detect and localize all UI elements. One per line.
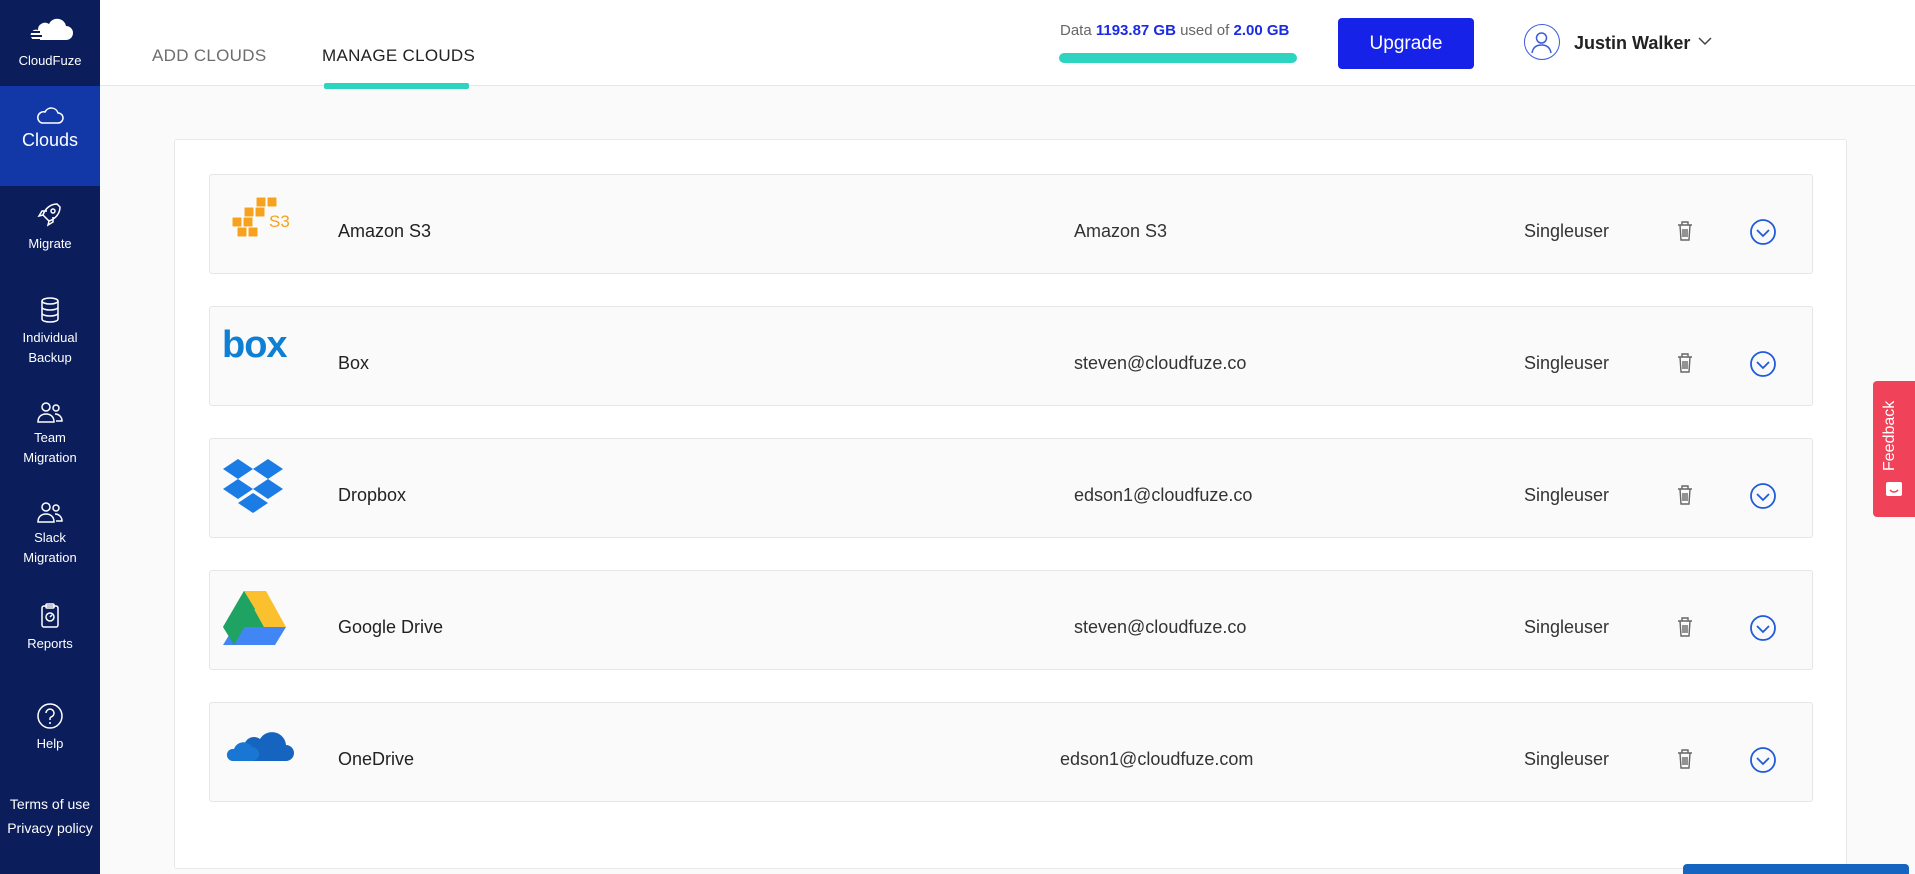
- database-icon: [41, 297, 59, 323]
- usage-prefix: Data: [1060, 22, 1092, 39]
- cloud-row: box Box steven@cloudfuze.co Singleuser: [209, 306, 1813, 406]
- sidebar-item-team-migration[interactable]: Team Migration: [0, 400, 100, 468]
- cloud-type: Singleuser: [1524, 617, 1610, 637]
- sidebar-item-slack-migration[interactable]: Slack Migration: [0, 500, 100, 568]
- chevron-down-circle-icon[interactable]: [1749, 482, 1777, 510]
- onedrive-logo: [222, 721, 302, 785]
- sidebar-item-label-line2: Migration: [23, 550, 77, 565]
- clouds-card: S3 Amazon S3 Amazon S3 Singleuser box Bo…: [174, 139, 1847, 869]
- bottom-widget-bar[interactable]: [1683, 864, 1909, 874]
- sidebar-item-label-line1: Slack: [34, 530, 66, 545]
- upgrade-button[interactable]: Upgrade: [1338, 18, 1474, 69]
- user-icon: [1531, 32, 1552, 54]
- cloud-account: Amazon S3: [1074, 221, 1168, 241]
- help-icon: [37, 703, 63, 729]
- cloud-type: Singleuser: [1524, 749, 1610, 769]
- top-header: ADD CLOUDS MANAGE CLOUDS Data 1193.87 GB…: [100, 0, 1915, 89]
- svg-text:S3: S3: [269, 212, 290, 231]
- trash-icon[interactable]: [1675, 747, 1695, 771]
- cloud-row: OneDrive edson1@cloudfuze.com Singleuser: [209, 702, 1813, 802]
- feedback-icon: [1886, 482, 1902, 496]
- usage-used: 1193.87 GB: [1095, 22, 1176, 39]
- privacy-policy-link[interactable]: Privacy policy: [0, 820, 100, 836]
- cloud-row: Google Drive steven@cloudfuze.co Singleu…: [209, 570, 1813, 670]
- sidebar-item-label: Reports: [27, 636, 73, 651]
- cloud-name: Amazon S3: [338, 221, 432, 241]
- cloud-type: Singleuser: [1524, 221, 1610, 241]
- chevron-down-circle-icon[interactable]: [1749, 746, 1777, 774]
- cloudfuze-logo[interactable]: CloudFuze: [0, 0, 100, 86]
- active-tab-indicator: [324, 83, 469, 89]
- avatar[interactable]: [1524, 24, 1560, 60]
- sidebar-item-migrate[interactable]: Migrate: [0, 200, 100, 254]
- user-name[interactable]: Justin Walker: [1574, 33, 1690, 54]
- report-icon: [41, 603, 59, 628]
- cloud-type: Singleuser: [1524, 353, 1610, 373]
- sidebar-item-reports[interactable]: Reports: [0, 602, 100, 654]
- terms-of-use-link[interactable]: Terms of use: [0, 796, 100, 812]
- usage-total: 2.00 GB: [1233, 22, 1290, 39]
- chevron-down-circle-icon[interactable]: [1749, 614, 1777, 642]
- trash-icon[interactable]: [1675, 615, 1695, 639]
- trash-icon[interactable]: [1675, 219, 1695, 243]
- brand-name: CloudFuze: [18, 53, 82, 68]
- trash-icon[interactable]: [1675, 483, 1695, 507]
- svg-text:box: box: [222, 325, 287, 365]
- cloud-row: Dropbox edson1@cloudfuze.co Singleuser: [209, 438, 1813, 538]
- tab-manage-clouds[interactable]: MANAGE CLOUDS: [322, 46, 475, 66]
- sidebar-item-clouds[interactable]: Clouds: [0, 86, 100, 186]
- storage-usage-text: Data 1193.87 GB used of 2.00 GB: [1060, 22, 1289, 39]
- box-logo: box: [222, 324, 302, 389]
- cloudfuze-logo-icon: [24, 18, 73, 41]
- users-icon: [37, 402, 63, 423]
- sidebar: CloudFuze Clouds Migrate Individual Back…: [0, 0, 100, 874]
- cloud-name: OneDrive: [338, 749, 415, 769]
- sidebar-item-label-line2: Backup: [28, 350, 72, 365]
- sidebar-item-help[interactable]: Help: [0, 702, 100, 754]
- feedback-label: Feedback: [1881, 400, 1898, 471]
- cloud-account: edson1@cloudfuze.com: [1060, 749, 1254, 769]
- cloud-type: Singleuser: [1524, 485, 1610, 505]
- storage-usage-bar: [1059, 53, 1297, 63]
- rocket-icon: [37, 203, 61, 227]
- cloud-name: Dropbox: [338, 485, 407, 505]
- google-drive-logo: [222, 589, 302, 653]
- users-icon: [37, 502, 63, 523]
- cloud-icon: [37, 107, 64, 124]
- cloud-name: Google Drive: [338, 617, 444, 637]
- sidebar-item-label: Help: [36, 736, 64, 751]
- sidebar-item-label-line1: Team: [34, 430, 66, 445]
- usage-middle: used of: [1180, 22, 1230, 39]
- cloud-account: edson1@cloudfuze.co: [1074, 485, 1253, 505]
- trash-icon[interactable]: [1675, 351, 1695, 375]
- tab-add-clouds[interactable]: ADD CLOUDS: [152, 46, 266, 66]
- cloud-account: steven@cloudfuze.co: [1074, 617, 1247, 637]
- sidebar-item-label-line2: Migration: [23, 450, 77, 465]
- cloud-row: S3 Amazon S3 Amazon S3 Singleuser: [209, 174, 1813, 274]
- chevron-down-icon[interactable]: [1698, 36, 1712, 46]
- sidebar-item-individual-backup[interactable]: Individual Backup: [0, 296, 100, 368]
- feedback-tab[interactable]: Feedback: [1873, 381, 1915, 517]
- chevron-down-circle-icon[interactable]: [1749, 350, 1777, 378]
- storage-usage-fill: [1059, 53, 1297, 63]
- sidebar-item-label: Clouds: [21, 130, 79, 150]
- sidebar-item-label: Migrate: [28, 236, 72, 251]
- chevron-down-circle-icon[interactable]: [1749, 218, 1777, 246]
- cloud-account: steven@cloudfuze.co: [1074, 353, 1247, 373]
- cloud-name: Box: [338, 353, 370, 373]
- dropbox-logo: [222, 457, 302, 521]
- amazon-s3-logo: S3: [222, 193, 302, 257]
- sidebar-item-label-line1: Individual: [22, 330, 78, 345]
